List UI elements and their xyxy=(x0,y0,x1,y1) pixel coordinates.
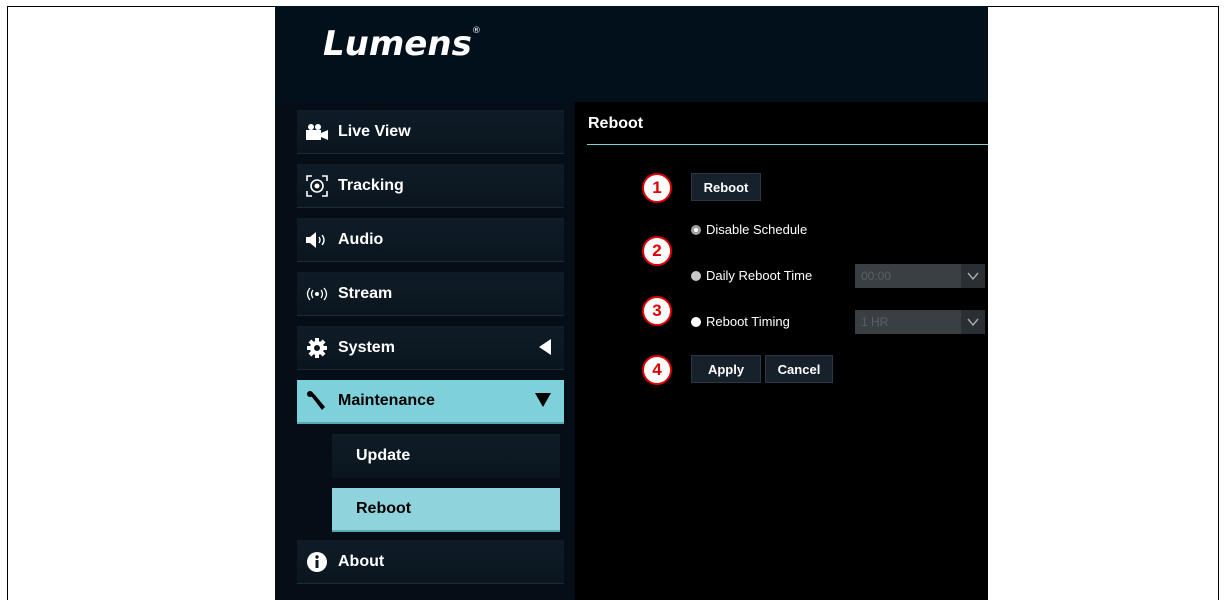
title-divider xyxy=(587,144,988,145)
sidebar-item-label: Tracking xyxy=(338,176,404,194)
radio-reboot-timing[interactable]: Reboot Timing xyxy=(691,314,790,329)
page-title: Reboot xyxy=(588,115,644,132)
reboot-button[interactable]: Reboot xyxy=(691,173,761,201)
lumens-logo: Lumens® xyxy=(323,24,481,64)
chevron-down-icon xyxy=(961,310,985,334)
sidebar-item-label: Stream xyxy=(338,284,393,302)
callout-4: 4 xyxy=(642,355,672,385)
radio-icon xyxy=(691,316,701,327)
callout-3: 3 xyxy=(642,296,672,326)
radio-selected-icon xyxy=(691,224,701,235)
broadcast-icon xyxy=(306,283,328,305)
sidebar-subitem-reboot[interactable]: Reboot xyxy=(332,488,560,532)
sidebar: Live View Tracking Audio Stream System M… xyxy=(275,102,575,600)
speaker-icon xyxy=(306,229,328,251)
info-icon xyxy=(306,551,328,573)
radio-disable-schedule[interactable]: Disable Schedule xyxy=(691,222,807,237)
header: Lumens® xyxy=(275,6,988,102)
sidebar-item-label: About xyxy=(338,552,385,570)
callout-1: 1 xyxy=(642,173,672,203)
wrench-icon xyxy=(306,390,328,412)
sidebar-subitem-update[interactable]: Update xyxy=(332,434,560,478)
sidebar-item-label: Maintenance xyxy=(338,392,435,409)
collapse-arrow-icon xyxy=(539,339,551,360)
sidebar-item-system[interactable]: System xyxy=(297,326,564,370)
sidebar-item-about[interactable]: About xyxy=(297,540,564,584)
sidebar-item-stream[interactable]: Stream xyxy=(297,272,564,316)
daily-time-select[interactable]: 00:00 xyxy=(855,264,985,288)
sidebar-item-live-view[interactable]: Live View xyxy=(297,110,564,154)
chevron-down-icon xyxy=(961,264,985,288)
cancel-button[interactable]: Cancel xyxy=(765,355,833,383)
radio-icon xyxy=(691,270,701,281)
sidebar-item-maintenance[interactable]: Maintenance xyxy=(297,380,564,424)
callout-2: 2 xyxy=(642,236,672,266)
sidebar-item-tracking[interactable]: Tracking xyxy=(297,164,564,208)
tracking-target-icon xyxy=(306,174,328,197)
sidebar-item-label: Live View xyxy=(338,122,411,140)
video-camera-icon xyxy=(306,121,328,143)
sidebar-item-label: Audio xyxy=(338,230,384,248)
gear-icon xyxy=(306,337,328,359)
expand-arrow-icon xyxy=(535,393,551,412)
apply-button[interactable]: Apply xyxy=(691,355,761,383)
app-window: Lumens® Live View Tracking Audio Stream … xyxy=(275,6,988,600)
reboot-panel: Reboot 1 Reboot Disable Schedule 2 Daily… xyxy=(575,102,988,600)
sidebar-item-label: System xyxy=(338,338,395,356)
reboot-timing-select[interactable]: 1 HR xyxy=(855,310,985,334)
sidebar-subitem-label: Update xyxy=(356,447,411,464)
sidebar-item-audio[interactable]: Audio xyxy=(297,218,564,262)
radio-daily-reboot-time[interactable]: Daily Reboot Time xyxy=(691,268,812,283)
sidebar-subitem-label: Reboot xyxy=(356,500,412,517)
